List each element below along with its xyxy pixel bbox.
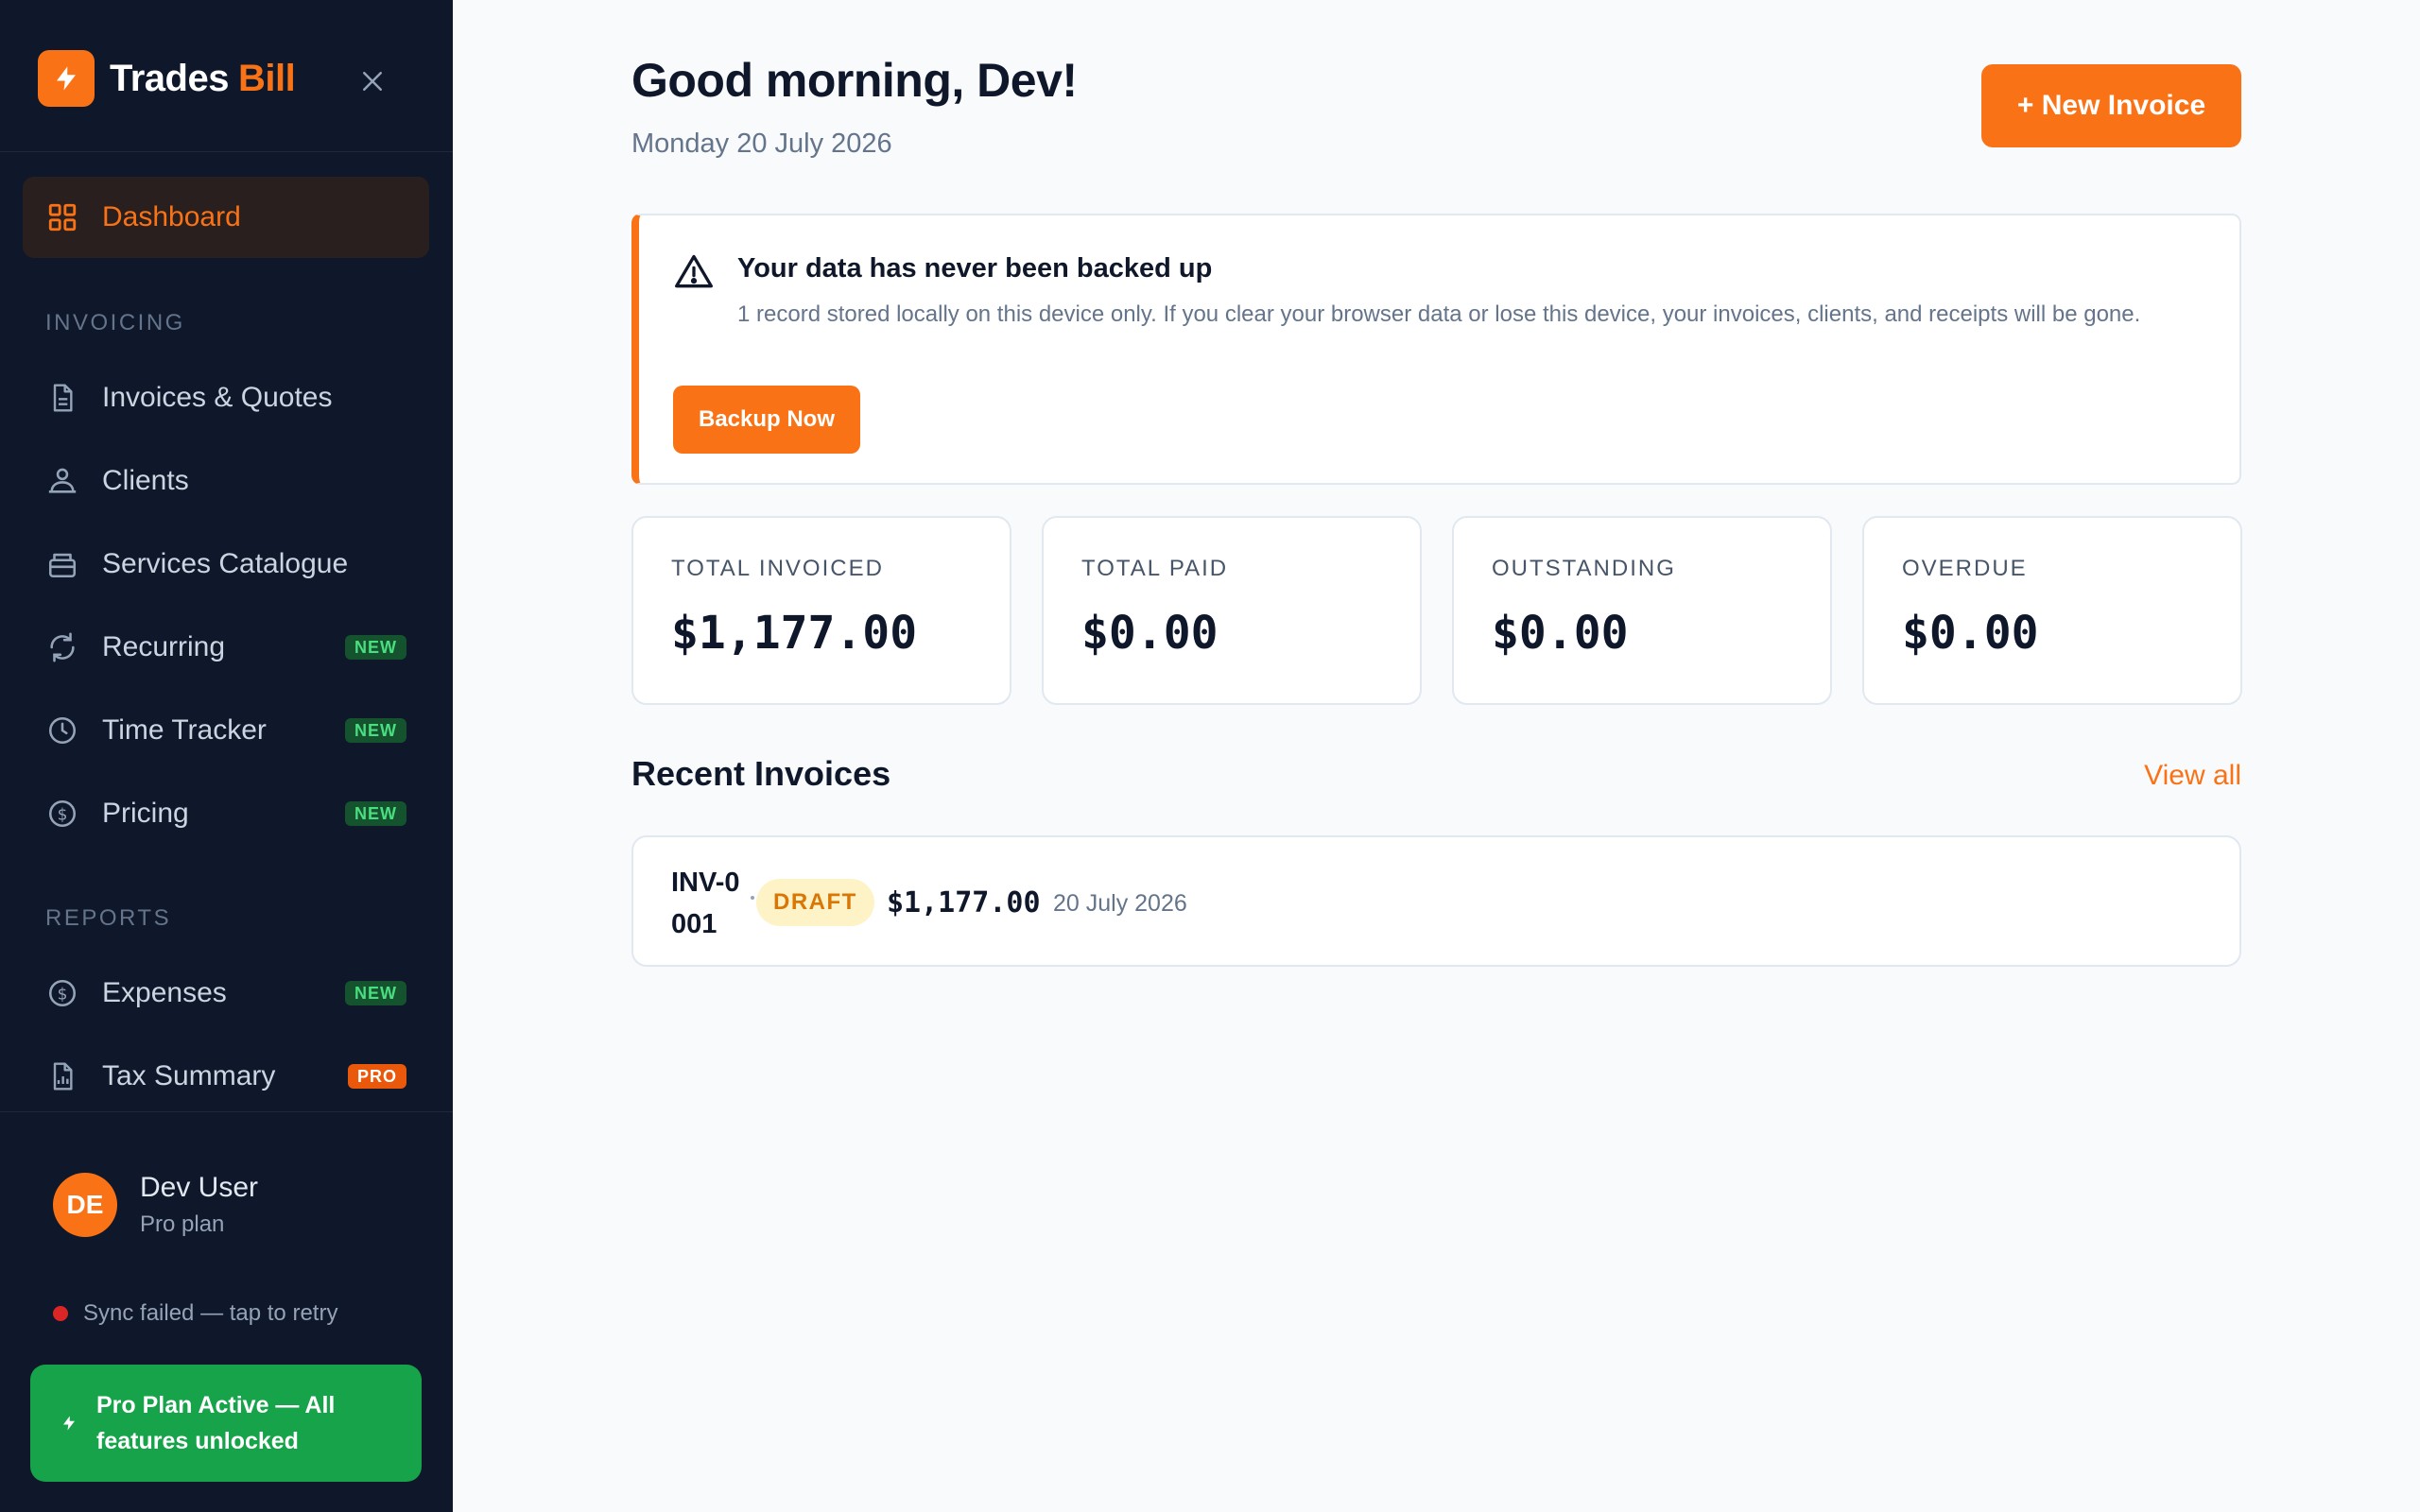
invoice-row[interactable]: INV-0001 DRAFT $1,177.00 20 July 2026 (631, 835, 2241, 967)
view-all-link[interactable]: View all (2144, 760, 2241, 792)
brand[interactable]: Trades Bill (38, 50, 296, 107)
stat-card-total-paid: TOTAL PAID $0.00 (1042, 516, 1422, 705)
bolt-icon (38, 50, 95, 107)
sidebar-item-pricing[interactable]: $ Pricing NEW (23, 773, 429, 854)
stat-label: OVERDUE (1902, 556, 2028, 581)
new-badge: NEW (345, 635, 406, 660)
sidebar-item-time-tracker[interactable]: Time Tracker NEW (23, 690, 429, 771)
sidebar-divider (0, 151, 453, 152)
backup-now-button[interactable]: Backup Now (673, 386, 860, 454)
sidebar-item-label: Time Tracker (102, 714, 267, 746)
pro-plan-card[interactable]: Pro Plan Active — All features unlocked (30, 1365, 422, 1482)
sidebar-item-label: Invoices & Quotes (102, 382, 333, 413)
sidebar-item-label: Clients (102, 465, 189, 496)
brand-name: Trades Bill (110, 57, 296, 99)
sidebar-item-expenses[interactable]: $ Expenses NEW (23, 953, 429, 1034)
sidebar-divider (0, 1111, 453, 1112)
status-dot (53, 1306, 68, 1321)
clock-icon (45, 713, 79, 747)
stat-card-total-invoiced: TOTAL INVOICED $1,177.00 (631, 516, 1011, 705)
user-profile[interactable]: DE Dev User Pro plan (53, 1172, 258, 1238)
sidebar-item-label: Services Catalogue (102, 548, 349, 579)
alert-text: 1 record stored locally on this device o… (737, 301, 2141, 327)
user-plan: Pro plan (140, 1211, 225, 1237)
current-date: Monday 20 July 2026 (631, 129, 892, 159)
alert-title: Your data has never been backed up (737, 253, 1213, 284)
stat-card-outstanding: OUTSTANDING $0.00 (1452, 516, 1832, 705)
stat-label: TOTAL INVOICED (671, 556, 884, 581)
status-badge: DRAFT (756, 879, 874, 926)
dollar-circle-icon: $ (45, 797, 79, 831)
avatar: DE (53, 1173, 117, 1237)
sidebar-item-services[interactable]: Services Catalogue (23, 524, 429, 605)
sidebar-item-label: Tax Summary (102, 1060, 276, 1091)
new-badge: NEW (345, 981, 406, 1005)
recent-invoices-title: Recent Invoices (631, 754, 891, 793)
warning-triangle-icon (675, 254, 713, 288)
pro-plan-text: Pro Plan Active — All features unlocked (96, 1392, 336, 1454)
svg-text:$: $ (58, 805, 68, 824)
sidebar-item-label: Expenses (102, 977, 227, 1008)
refresh-icon (45, 630, 79, 664)
stat-label: TOTAL PAID (1081, 556, 1229, 581)
stat-value: $0.00 (1902, 607, 2039, 660)
new-badge: NEW (345, 718, 406, 743)
stat-value: $0.00 (1492, 607, 1629, 660)
sidebar: Trades Bill Dashboard INVOICING Invoices … (0, 0, 453, 1512)
package-icon (45, 547, 79, 581)
grid-icon (45, 200, 79, 234)
svg-text:$: $ (58, 985, 68, 1004)
sync-status[interactable]: Sync failed — tap to retry (53, 1300, 337, 1327)
invoice-amount: $1,177.00 (887, 886, 1041, 919)
invoice-number: INV-0001 (671, 868, 740, 939)
sync-status-text: Sync failed — tap to retry (83, 1300, 338, 1326)
new-invoice-button[interactable]: + New Invoice (1981, 64, 2241, 147)
sidebar-item-dashboard[interactable]: Dashboard (23, 177, 429, 258)
section-label-invoicing: INVOICING (45, 310, 185, 335)
pro-badge: PRO (347, 1064, 406, 1089)
close-icon (363, 72, 382, 91)
stat-card-overdue: OVERDUE $0.00 (1862, 516, 2242, 705)
sidebar-item-label: Pricing (102, 798, 189, 829)
user-name: Dev User (140, 1172, 259, 1203)
sidebar-item-label: Dashboard (102, 201, 241, 232)
new-badge: NEW (345, 801, 406, 826)
stat-value: $1,177.00 (671, 607, 918, 660)
dollar-circle-icon: $ (45, 976, 79, 1010)
sidebar-item-invoices[interactable]: Invoices & Quotes (23, 357, 429, 438)
stat-label: OUTSTANDING (1492, 556, 1676, 581)
invoice-date: 20 July 2026 (1053, 890, 1187, 917)
separator-dot (751, 896, 754, 900)
document-icon (45, 381, 79, 415)
users-icon (45, 464, 79, 498)
report-icon (45, 1059, 79, 1093)
stat-value: $0.00 (1081, 607, 1219, 660)
section-label-reports: REPORTS (45, 905, 172, 931)
bolt-icon (63, 1416, 75, 1431)
page-title: Good morning, Dev! (631, 54, 1078, 107)
backup-warning-alert: Your data has never been backed up 1 rec… (631, 214, 2241, 485)
sidebar-item-label: Recurring (102, 631, 226, 662)
sidebar-item-tax-summary[interactable]: Tax Summary PRO (23, 1036, 429, 1117)
close-sidebar-button[interactable] (352, 60, 393, 102)
sidebar-item-recurring[interactable]: Recurring NEW (23, 607, 429, 688)
sidebar-item-clients[interactable]: Clients (23, 440, 429, 522)
